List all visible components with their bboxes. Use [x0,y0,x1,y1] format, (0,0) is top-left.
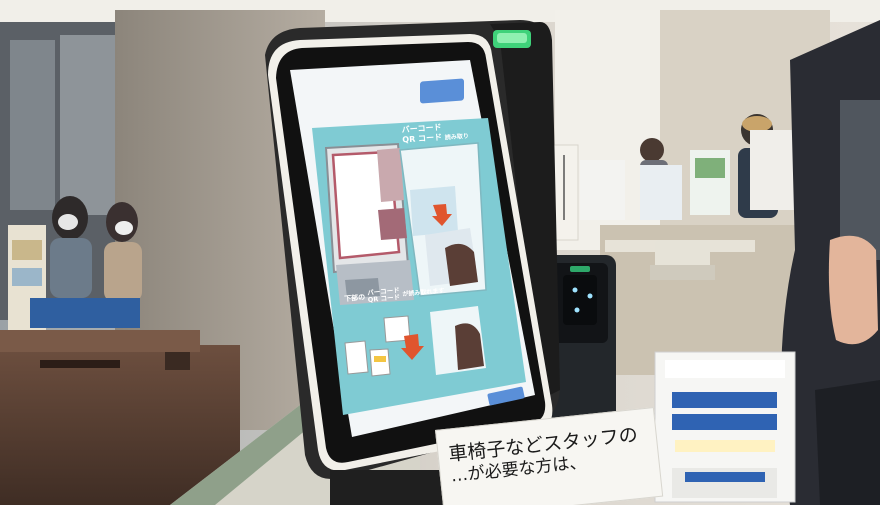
photo-scene: バーコード QR コード 読み取り 下部の バーコード QR コード が読み取れ… [0,0,880,505]
